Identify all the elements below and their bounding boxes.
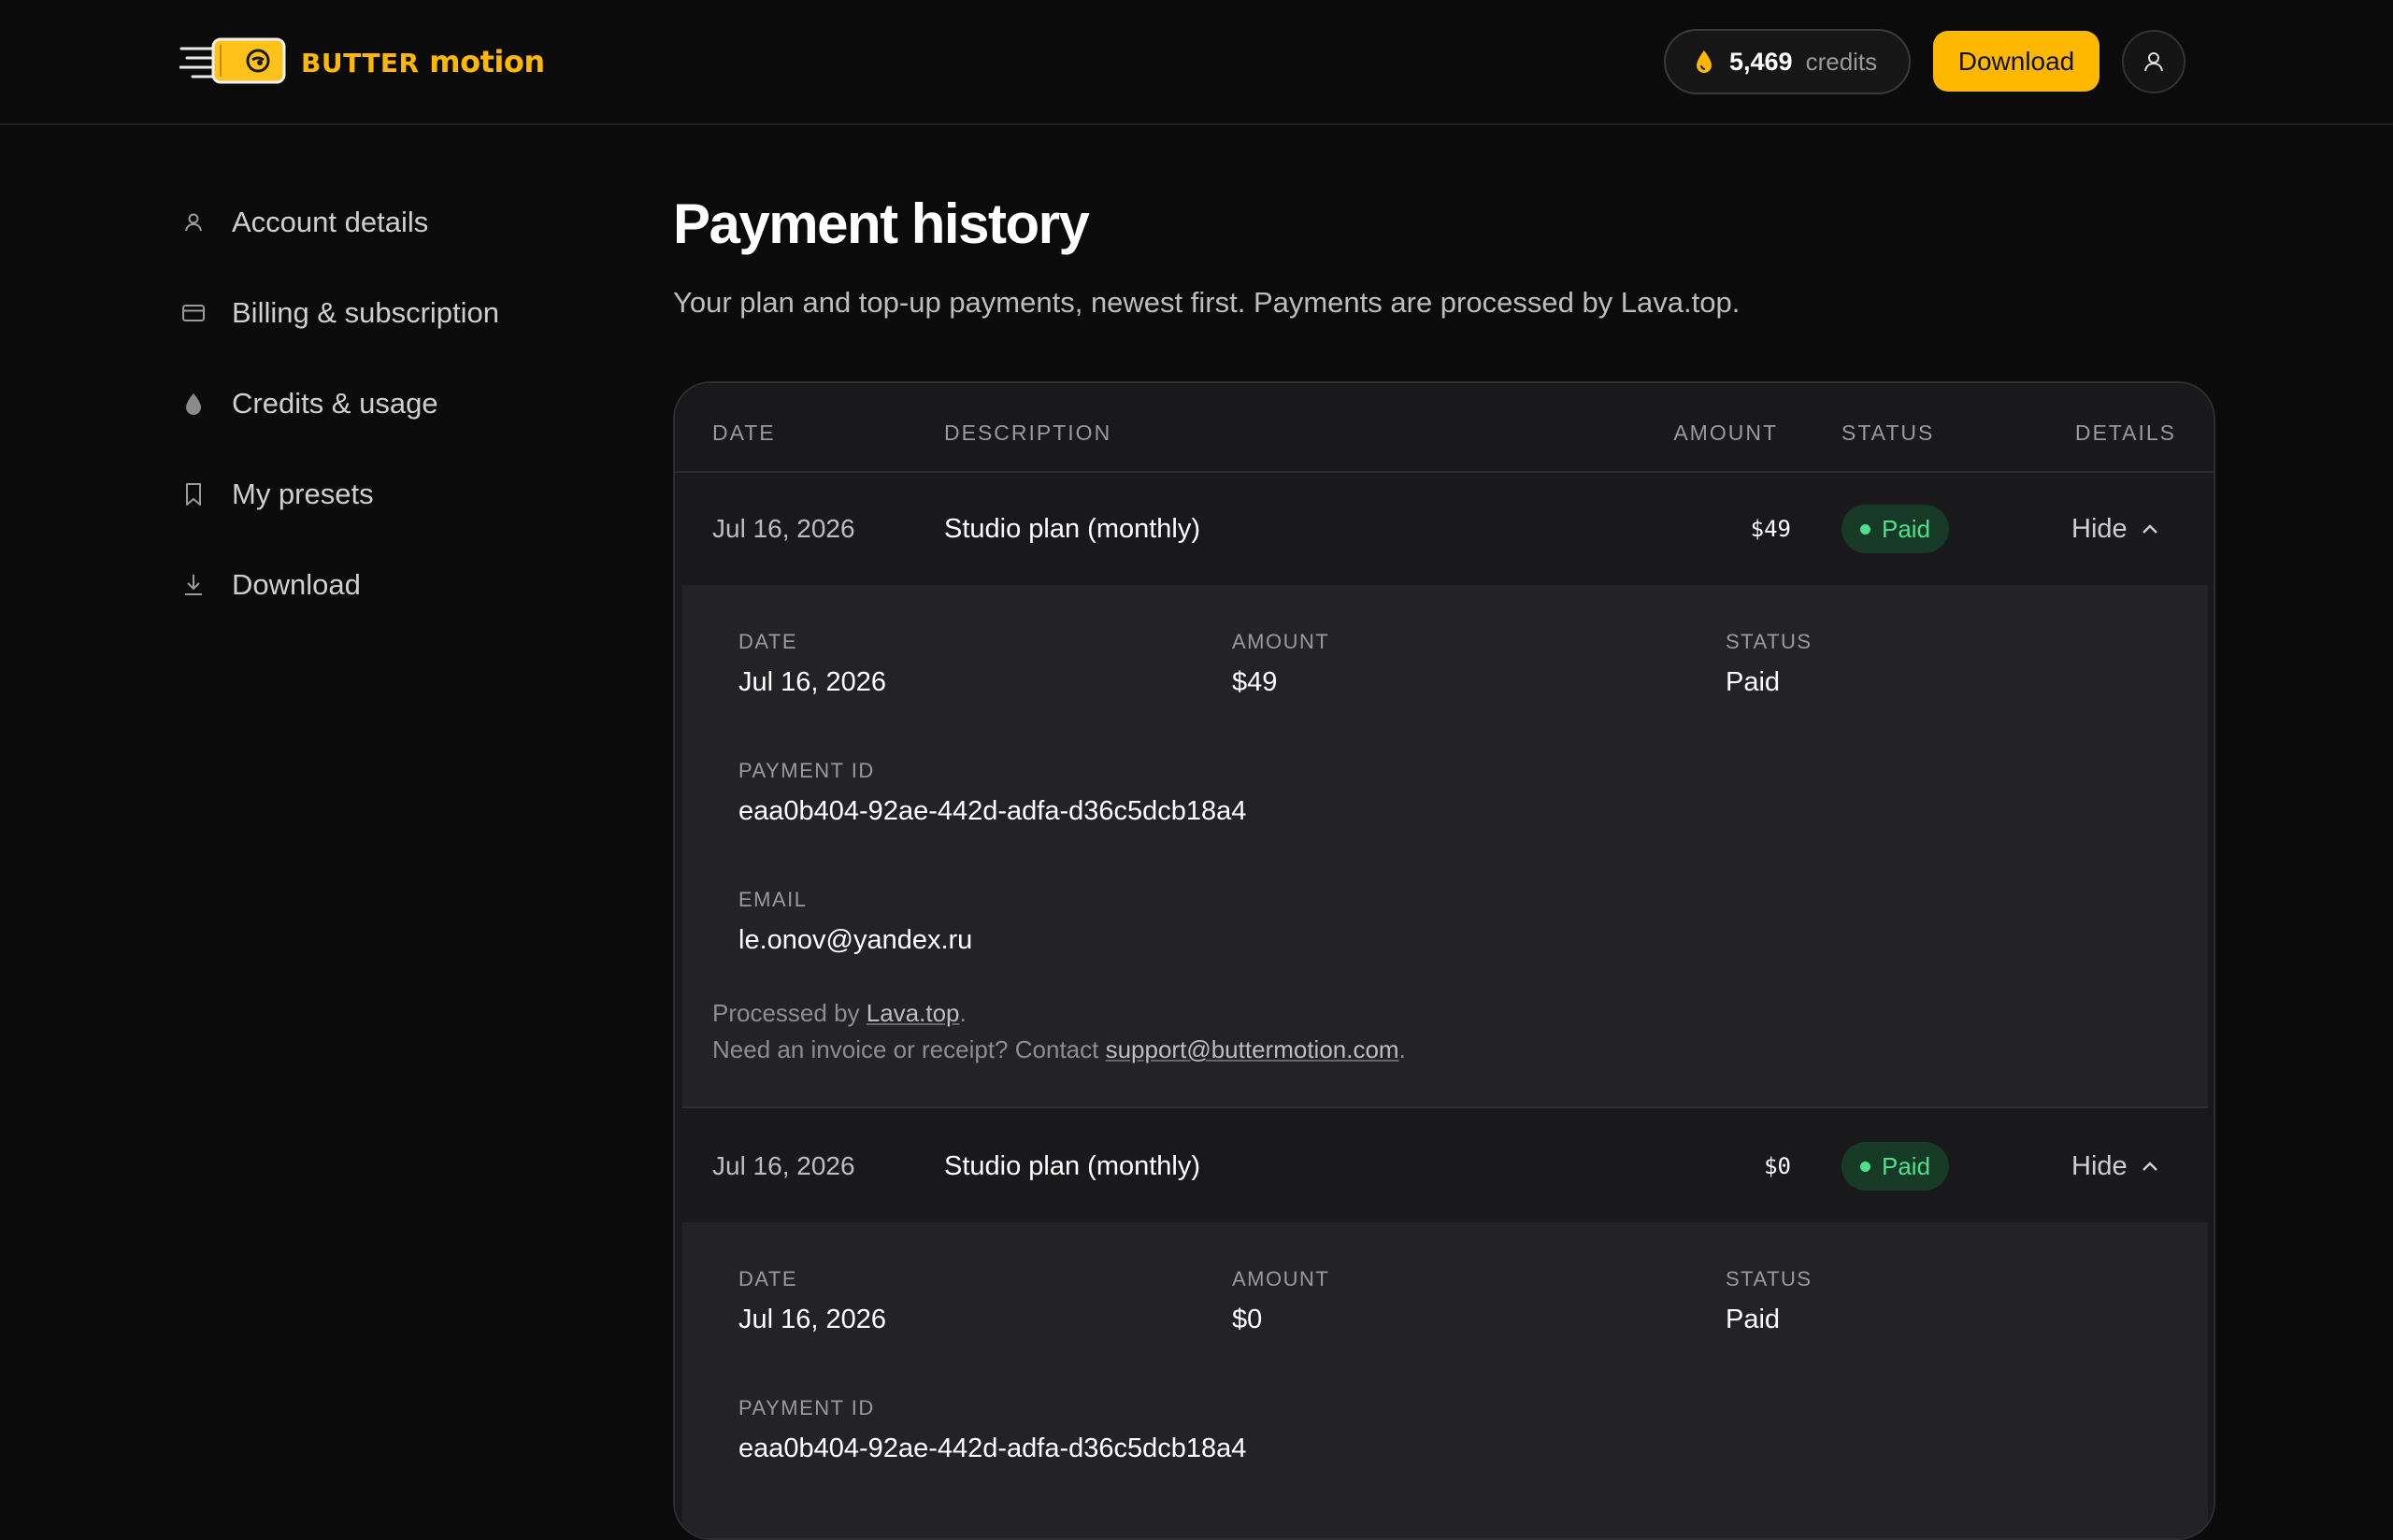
detail-amount-label: AMOUNT (1232, 1267, 1330, 1290)
table-row[interactable]: Jul 16, 2026 Studio plan (monthly) $49 P… (682, 473, 2208, 585)
row-date: Jul 16, 2026 (712, 1151, 855, 1180)
brand-word-butter: BUTTER (301, 48, 420, 78)
table-header: DATE DESCRIPTION AMOUNT STATUS DETAILS (675, 383, 2214, 473)
chevron-up-icon (2142, 524, 2157, 534)
column-header-description: DESCRIPTION (944, 421, 1112, 445)
status-badge: Paid (1841, 505, 1950, 553)
payments-table: DATE DESCRIPTION AMOUNT STATUS DETAILS J… (673, 381, 2215, 1540)
status-badge-label: Paid (1882, 514, 1931, 543)
detail-status-label: STATUS (1726, 1267, 1813, 1290)
detail-date: DATE Jul 16, 2026 (738, 630, 886, 698)
detail-status: STATUS Paid (1726, 630, 1813, 698)
row-description: Studio plan (monthly) (944, 513, 1201, 544)
status-badge-label: Paid (1882, 1151, 1931, 1180)
detail-email-value: le.onov@yandex.ru (738, 925, 973, 955)
invoice-contact-note: Need an invoice or receipt? Contact supp… (712, 1032, 1406, 1068)
row-amount: $49 (1750, 516, 1791, 542)
column-header-date: DATE (712, 421, 776, 445)
brand-word-motion: motion (429, 44, 545, 79)
detail-amount-label: AMOUNT (1232, 630, 1330, 653)
detail-status: STATUS Paid (1726, 1267, 1813, 1335)
hide-details-label: Hide (2071, 513, 2128, 544)
support-email-link[interactable]: support@buttermotion.com (1106, 1035, 1399, 1063)
detail-amount-value: $49 (1232, 667, 1278, 697)
brand-logo[interactable]: BUTTER motion (179, 34, 545, 90)
sidebar-item-label: Billing & subscription (232, 296, 500, 329)
table-row[interactable]: Jul 16, 2026 Studio plan (monthly) $0 Pa… (682, 1110, 2208, 1222)
status-dot-icon (1860, 523, 1870, 535)
status-badge: Paid (1841, 1142, 1950, 1191)
sidebar-nav: Account details Billing & subscription C… (179, 196, 619, 649)
butter-logo-icon (179, 37, 286, 84)
brand-name: BUTTER motion (301, 44, 545, 79)
account-avatar-button[interactable] (2122, 30, 2185, 93)
credit-card-icon (179, 299, 208, 327)
detail-payment-id-value[interactable]: eaa0b404-92ae-442d-adfa-d36c5dcb18a4 (738, 796, 1246, 827)
hide-details-button[interactable]: Hide (2071, 473, 2159, 585)
detail-email-label: EMAIL (738, 888, 808, 911)
top-bar: BUTTER motion 5,469 credits Download (0, 0, 2393, 125)
lava-top-link[interactable]: Lava.top (867, 999, 960, 1027)
user-icon (2144, 52, 2163, 72)
detail-amount-value: $0 (1232, 1305, 1263, 1334)
row-date: Jul 16, 2026 (712, 514, 855, 543)
detail-amount: AMOUNT $0 (1232, 1267, 1329, 1335)
credits-balance-pill[interactable]: 5,469 credits (1664, 29, 1911, 94)
status-dot-icon (1860, 1161, 1870, 1172)
processed-by-note: Processed by Lava.top. (712, 995, 967, 1032)
sidebar-item-label: Download (232, 568, 361, 601)
invoice-contact-prefix: Need an invoice or receipt? Contact (712, 1035, 1099, 1063)
detail-amount: AMOUNT $49 (1232, 630, 1329, 698)
sidebar-item-my-presets[interactable]: My presets (179, 468, 619, 520)
sidebar-item-account-details[interactable]: Account details (179, 196, 619, 249)
detail-payment-id-label: PAYMENT ID (738, 1396, 875, 1419)
sidebar-item-billing[interactable]: Billing & subscription (179, 287, 619, 339)
detail-date-value: Jul 16, 2026 (738, 1305, 887, 1334)
credits-value: 5,469 (1729, 47, 1793, 76)
detail-status-label: STATUS (1726, 630, 1813, 653)
column-header-details: DETAILS (2074, 421, 2176, 445)
user-icon (179, 208, 208, 236)
sidebar-item-label: Credits & usage (232, 387, 438, 420)
credits-unit: credits (1805, 47, 1878, 76)
column-header-status: STATUS (1841, 421, 1935, 445)
processed-by-prefix: Processed by (712, 999, 860, 1027)
page-title: Payment history (673, 192, 1090, 255)
row-description: Studio plan (monthly) (944, 1150, 1201, 1181)
row-amount: $0 (1764, 1153, 1791, 1179)
detail-date-label: DATE (738, 630, 798, 653)
chevron-up-icon (2142, 1162, 2157, 1171)
payment-details-panel: DATE Jul 16, 2026 AMOUNT $0 STATUS Paid … (682, 1222, 2208, 1538)
download-icon (179, 571, 208, 599)
detail-payment-id-label: PAYMENT ID (738, 759, 875, 782)
detail-payment-id: PAYMENT ID eaa0b404-92ae-442d-adfa-d36c5… (738, 759, 1246, 827)
detail-payment-id: PAYMENT ID eaa0b404-92ae-442d-adfa-d36c5… (738, 1396, 1246, 1464)
sidebar-item-credits-usage[interactable]: Credits & usage (179, 378, 619, 430)
detail-status-value: Paid (1726, 1305, 1781, 1334)
processed-by-suffix: . (959, 999, 967, 1027)
hide-details-button[interactable]: Hide (2071, 1110, 2159, 1222)
detail-email: EMAIL le.onov@yandex.ru (738, 888, 972, 956)
detail-date-value: Jul 16, 2026 (738, 667, 887, 697)
hide-details-label: Hide (2071, 1150, 2128, 1181)
drop-icon (1697, 50, 1712, 73)
sidebar-item-label: Account details (232, 206, 429, 238)
bookmark-icon (179, 480, 208, 508)
detail-status-value: Paid (1726, 667, 1781, 697)
payment-details-panel: DATE Jul 16, 2026 AMOUNT $49 STATUS Paid… (682, 585, 2208, 1108)
detail-payment-id-value[interactable]: eaa0b404-92ae-442d-adfa-d36c5dcb18a4 (738, 1433, 1246, 1464)
sidebar-item-label: My presets (232, 478, 374, 510)
sidebar-item-download[interactable]: Download (179, 559, 619, 611)
page-subtitle: Your plan and top-up payments, newest fi… (673, 286, 1741, 319)
drop-icon (179, 390, 208, 418)
invoice-contact-suffix: . (1398, 1035, 1406, 1063)
detail-date-label: DATE (738, 1267, 798, 1290)
column-header-amount: AMOUNT (1673, 421, 1778, 445)
detail-date: DATE Jul 16, 2026 (738, 1267, 886, 1335)
download-button[interactable]: Download (1933, 31, 2099, 92)
